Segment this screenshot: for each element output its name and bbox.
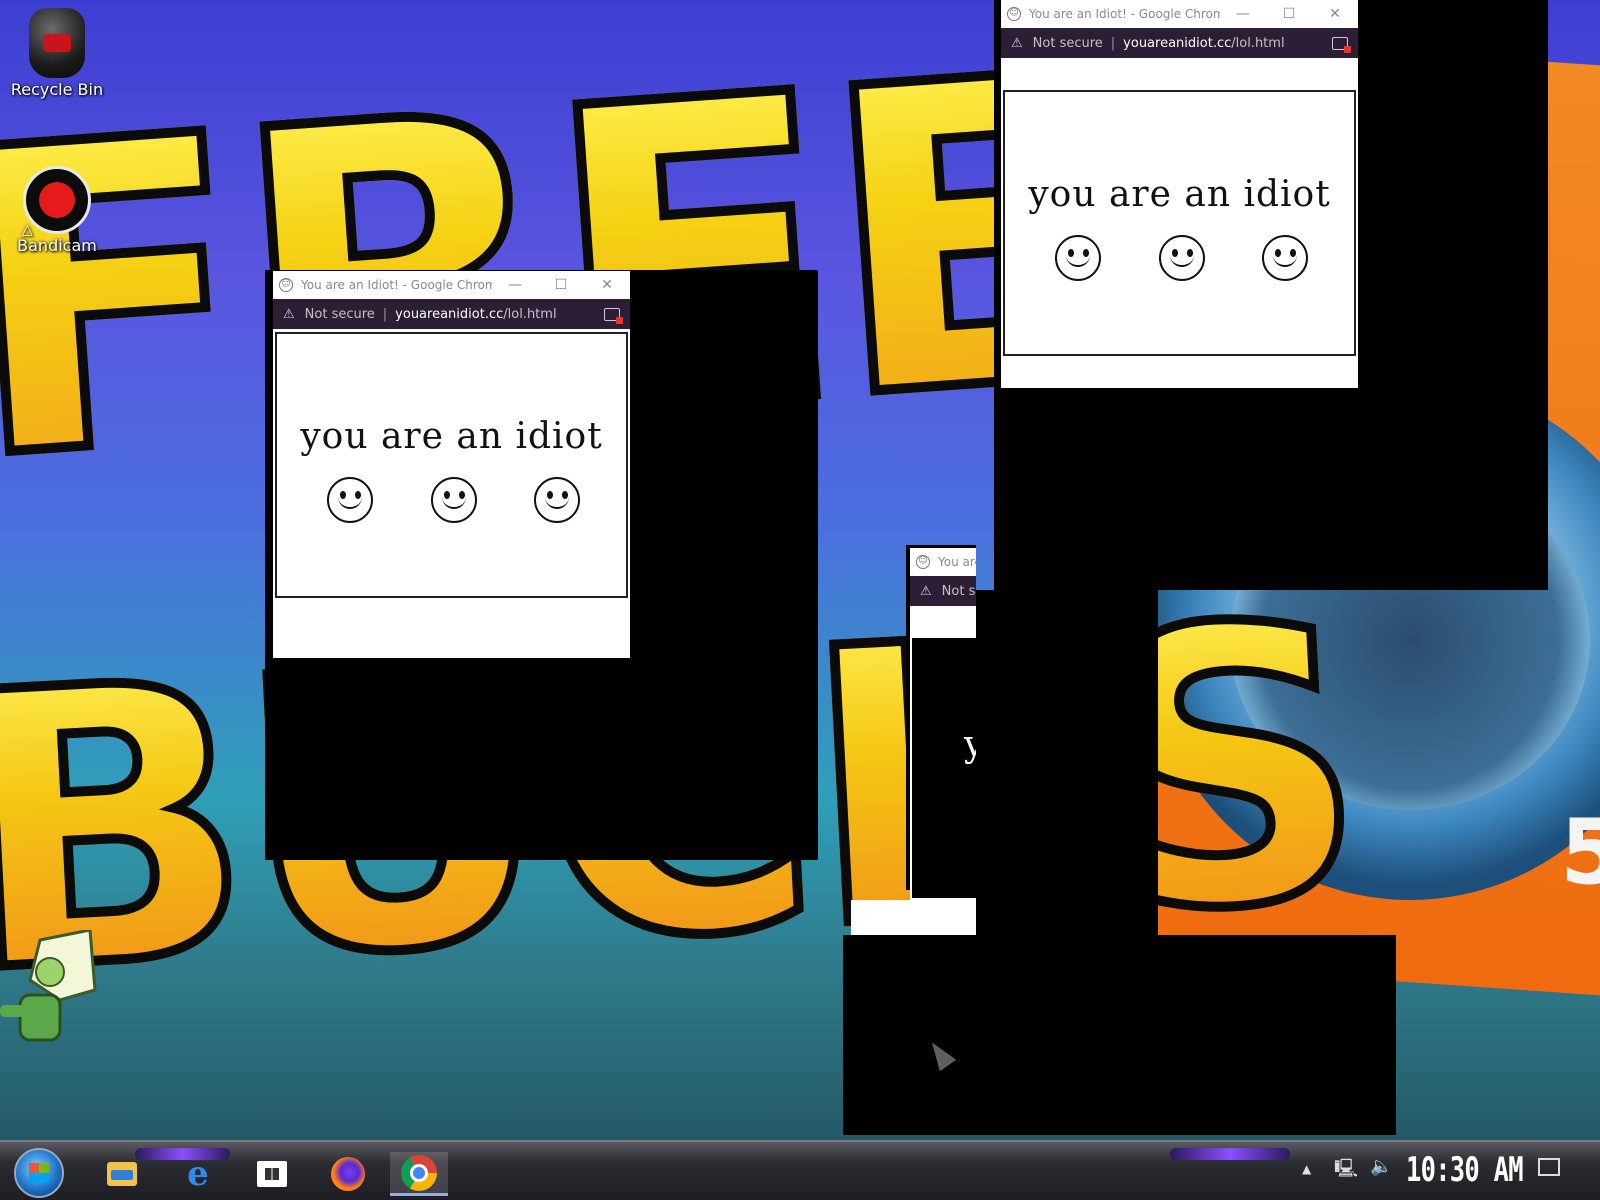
security-label[interactable]: Not secure [305,307,375,322]
smiley-face-icon [327,477,373,523]
security-label[interactable]: Not secure [1033,36,1103,51]
page-content-fragment [851,900,976,935]
window-titlebar[interactable]: ☺ You are an Idiot! - Google Chrome — ☐ … [1001,0,1358,28]
wallpaper-corner-number: 5 [1560,800,1600,905]
taskbar-firefox[interactable] [326,1152,370,1196]
smiley-face-icon [1158,235,1205,281]
desktop-icon-recycle-bin[interactable]: Recycle Bin [2,8,112,99]
window-title: You are an Idiot! - Google Chrome [1029,7,1220,21]
edge-icon: e [187,1154,209,1194]
taskbar-accent [1170,1148,1290,1160]
start-button[interactable] [14,1148,64,1198]
maximize-button[interactable]: ☐ [538,277,584,293]
warning-icon: ⚠ [1011,35,1023,51]
window-ghost-trail [976,590,1158,935]
window-title: You are [938,555,976,569]
address-bar[interactable]: ⚠ Not secure | youareanidiot.cc /lol.htm… [1001,28,1358,58]
idiot-message: you are an idiot [1028,174,1331,215]
smiley-face-icon [534,477,580,523]
volume-icon[interactable]: 🔈 [1370,1156,1392,1177]
page-black-area [912,638,976,898]
window-titlebar[interactable]: ☺ You are [910,548,976,576]
popup-blocked-icon[interactable] [604,307,623,324]
desktop-icon-label: Recycle Bin [10,80,104,99]
smiley-favicon-icon: ☺ [1007,7,1021,21]
minimize-button[interactable]: — [492,277,538,293]
firefox-icon [331,1157,365,1191]
recycle-bin-icon [29,8,85,78]
show-hidden-icons-button[interactable]: ▲ [1302,1162,1311,1176]
smiley-row [1055,235,1308,281]
desktop-icon-label: Bandicam [17,236,97,255]
taskbar: e ▲ 🖳 🔈 10:30 AM [0,1140,1600,1200]
warning-icon: ⚠ [920,583,932,599]
smiley-row [327,477,580,523]
idiot-message-box: you are an idiot [275,332,628,598]
smiley-face-icon [430,477,477,523]
address-separator: | [1110,35,1116,51]
chrome-icon [401,1154,437,1191]
popup-window[interactable]: ☺ You are an Idiot! - Google Chrome — ☐ … [1001,0,1358,388]
taskbar-file-explorer[interactable] [100,1152,144,1196]
address-bar[interactable]: ⚠ Not secure | youareanidiot.cc /lol.htm… [273,299,630,329]
shortcut-arrow-icon: △ [22,222,33,238]
close-button[interactable]: ✕ [584,277,630,293]
taskbar-edge[interactable]: e [176,1152,220,1196]
taskbar-store[interactable] [250,1152,294,1196]
url-path: /lol.html [1231,35,1285,51]
address-bar[interactable]: ⚠ Not s [910,576,976,606]
url-path: /lol.html [503,306,557,322]
minimize-button[interactable]: — [1220,6,1266,22]
address-separator: | [382,306,388,322]
taskbar-clock[interactable]: 10:30 AM [1406,1150,1524,1190]
popup-window[interactable]: ☺ You are an Idiot! - Google Chrome — ☐ … [273,271,630,658]
window-ghost-trail [843,935,1396,1135]
store-icon [257,1161,287,1187]
folder-icon [107,1162,137,1186]
smiley-face-icon [1055,235,1101,281]
page-content: you are an idiot [1001,58,1358,388]
security-label[interactable]: Not s [942,584,976,599]
window-titlebar[interactable]: ☺ You are an Idiot! - Google Chrome — ☐ … [273,271,630,299]
smiley-favicon-icon: ☺ [916,555,930,569]
peridot-sticker-icon [0,930,97,1042]
smiley-favicon-icon: ☺ [279,278,293,292]
bandicam-record-icon [23,166,91,234]
page-content: you are an idiot [273,329,630,658]
popup-blocked-icon[interactable] [1332,36,1351,53]
url-host: youareanidiot.cc [1123,35,1232,51]
warning-icon: ⚠ [283,306,295,322]
idiot-message: you are an idiot [300,416,603,457]
popup-window-partial[interactable]: ☺ You are ⚠ Not s y [910,548,976,934]
idiot-message: y [964,724,976,765]
idiot-message-box: you are an idiot [1003,90,1356,356]
window-title: You are an Idiot! - Google Chrome [301,278,492,292]
close-button[interactable]: ✕ [1312,6,1358,22]
desktop-icon-bandicam[interactable]: △ Bandicam [2,166,112,255]
url-host: youareanidiot.cc [395,306,504,322]
action-center-icon[interactable] [1538,1158,1560,1176]
smiley-face-icon [1262,235,1308,281]
network-icon[interactable]: 🖳 [1334,1156,1358,1186]
maximize-button[interactable]: ☐ [1266,6,1312,22]
page-content: y [910,606,976,934]
taskbar-chrome[interactable] [390,1152,448,1196]
